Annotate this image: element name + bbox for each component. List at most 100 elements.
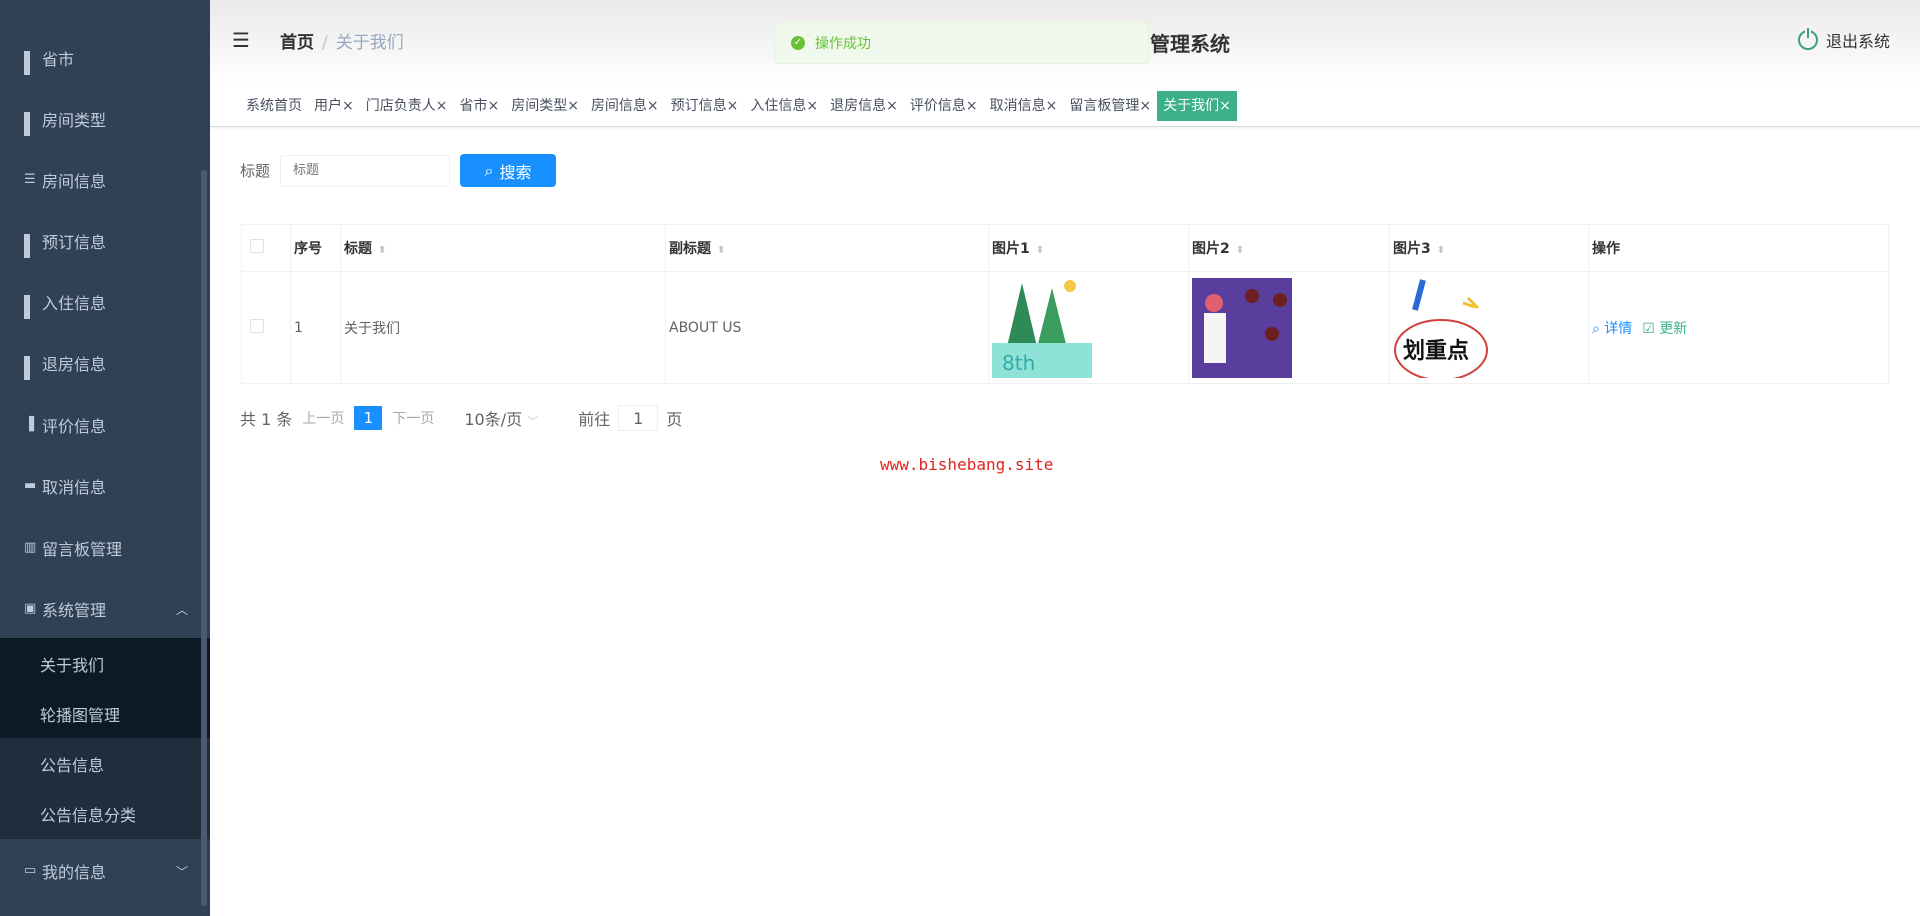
tab-room-type[interactable]: 房间类型×	[505, 91, 585, 121]
sort-icon[interactable]: ⬍	[1437, 245, 1445, 256]
menu-item-province[interactable]: 省市	[0, 33, 210, 83]
sidebar: 省市 房间类型 ☰ 房间信息 预订信息 入住信息 退房信息 ▐ 评价信息 ▬ 取消信息…	[0, 0, 210, 916]
list-icon: ☰	[24, 172, 36, 187]
search-label: 标题	[240, 162, 271, 180]
submenu-notice-category[interactable]: 公告信息分类	[0, 789, 210, 839]
menu-toggle-icon[interactable]: ☰	[232, 28, 250, 52]
svg-text:划重点: 划重点	[1403, 338, 1469, 364]
image-2-thumbnail[interactable]	[1192, 277, 1292, 378]
book-icon: ▥	[24, 540, 37, 555]
grid-icon	[24, 356, 38, 380]
success-toast: ✓ 操作成功	[774, 22, 1149, 64]
search-button[interactable]: ⌕ 搜索	[460, 154, 557, 187]
sort-icon[interactable]: ⬍	[1236, 245, 1244, 256]
tab-home[interactable]: 系统首页	[240, 91, 308, 121]
grid-icon	[24, 295, 38, 319]
grid-icon	[24, 112, 38, 136]
breadcrumb-home[interactable]: 首页	[280, 33, 314, 53]
tab-users[interactable]: 用户×	[308, 91, 360, 121]
search-icon: ⌕	[484, 160, 494, 180]
col-subtitle[interactable]: 副标题 ⬍	[665, 224, 989, 272]
tab-about-us[interactable]: 关于我们×	[1157, 91, 1237, 121]
menu-item-message-board[interactable]: ▥ 留言板管理	[0, 523, 210, 573]
sort-icon[interactable]: ⬍	[378, 245, 386, 256]
sort-icon[interactable]: ⬍	[1036, 245, 1044, 256]
svg-text:8th: 8th	[1002, 351, 1035, 375]
col-actions: 操作	[1588, 224, 1889, 272]
menu-item-my-info[interactable]: ▭ 我的信息 ﹀	[0, 846, 210, 896]
next-page-button[interactable]: 下一页	[392, 408, 434, 428]
toast-message: 操作成功	[815, 36, 871, 52]
breadcrumb-current: 关于我们	[335, 33, 404, 53]
search-button-label: 搜索	[499, 162, 532, 182]
tab-checkin[interactable]: 入住信息×	[744, 91, 824, 121]
col-image2[interactable]: 图片2 ⬍	[1188, 224, 1390, 272]
col-image1[interactable]: 图片1 ⬍	[988, 224, 1189, 272]
tab-room-info[interactable]: 房间信息×	[585, 91, 665, 121]
sort-icon[interactable]: ⬍	[717, 245, 725, 256]
prev-page-button[interactable]: 上一页	[302, 408, 344, 428]
image-3-thumbnail[interactable]: 划重点	[1393, 277, 1493, 378]
update-button[interactable]: ☑ 更新	[1642, 321, 1687, 337]
tab-checkout[interactable]: 退房信息×	[824, 91, 904, 121]
power-icon	[1797, 28, 1818, 50]
grid-icon	[24, 51, 38, 75]
menu-label: 省市	[42, 50, 75, 69]
detail-button[interactable]: ⌕ 详情	[1592, 321, 1632, 337]
menu-label: 房间类型	[42, 111, 107, 130]
card-icon: ▭	[24, 863, 37, 878]
goto-page-input[interactable]: 1	[618, 405, 659, 431]
submenu-carousel[interactable]: 轮播图管理	[0, 689, 210, 739]
bar-chart-icon: ▐	[24, 417, 34, 432]
clipboard-icon: ▣	[24, 601, 37, 616]
menu-item-booking[interactable]: 预订信息	[0, 216, 210, 266]
tab-message-board[interactable]: 留言板管理×	[1063, 91, 1157, 121]
menu-label: 系统管理	[42, 601, 107, 620]
cell-subtitle: ABOUT US	[665, 271, 989, 384]
total-count: 共 1 条	[240, 410, 293, 429]
page-size-select[interactable]: 10条/页 ﹀	[464, 406, 538, 430]
data-table: 序号 标题 ⬍ 副标题 ⬍ 图片1 ⬍ 图片2 ⬍ 图片3 ⬍ 操作 1 关于我们 ABO…	[241, 224, 1889, 384]
page-suffix: 页	[666, 410, 683, 429]
goto-label: 前往	[578, 410, 611, 429]
grid-icon	[24, 234, 38, 258]
tab-store-manager[interactable]: 门店负责人×	[360, 91, 454, 121]
select-all-checkbox[interactable]	[250, 239, 264, 253]
col-image3[interactable]: 图片3 ⬍	[1389, 224, 1589, 272]
tab-cancel[interactable]: 取消信息×	[984, 91, 1064, 121]
col-title[interactable]: 标题 ⬍	[340, 224, 666, 272]
menu-item-room-info[interactable]: ☰ 房间信息	[0, 155, 210, 205]
watermark: www.bishebang.site	[880, 455, 1054, 474]
monitor-icon: ▬	[24, 478, 37, 493]
pagination: 共 1 条 上一页 1 下一页 10条/页 ﹀ 前往 1 页	[240, 405, 683, 431]
tab-booking[interactable]: 预订信息×	[665, 91, 745, 121]
menu-label: 取消信息	[42, 478, 107, 497]
submenu-about-us[interactable]: 关于我们	[0, 639, 210, 689]
row-checkbox[interactable]	[250, 318, 264, 333]
menu-item-checkout[interactable]: 退房信息	[0, 338, 210, 388]
sidebar-scrollbar[interactable]	[201, 170, 207, 906]
system-submenu: 关于我们 轮播图管理 公告信息 公告信息分类	[0, 638, 210, 839]
submenu-notice[interactable]: 公告信息	[0, 739, 210, 789]
cell-index: 1	[290, 271, 341, 384]
title-search-input[interactable]	[280, 154, 451, 187]
menu-item-system[interactable]: ▣ 系统管理 ︿	[0, 584, 210, 634]
logout-button[interactable]: 退出系统	[1797, 28, 1890, 52]
logout-label: 退出系统	[1825, 32, 1890, 51]
chevron-down-icon: ﹀	[527, 415, 539, 428]
menu-label: 预订信息	[42, 233, 107, 252]
menu-label: 房间信息	[42, 172, 107, 191]
menu-item-room-type[interactable]: 房间类型	[0, 94, 210, 144]
tab-province[interactable]: 省市×	[453, 91, 505, 121]
image-1-thumbnail[interactable]: 8th	[992, 277, 1092, 378]
tab-reviews[interactable]: 评价信息×	[904, 91, 984, 121]
menu-item-checkin[interactable]: 入住信息	[0, 277, 210, 327]
app-title: 管理系统	[1150, 32, 1230, 56]
menu-item-reviews[interactable]: ▐ 评价信息	[0, 400, 210, 450]
chevron-down-icon: ﹀	[175, 864, 188, 879]
page-1-button[interactable]: 1	[354, 406, 383, 430]
menu-label: 退房信息	[42, 355, 107, 374]
menu-label: 留言板管理	[42, 540, 123, 559]
col-index: 序号	[290, 224, 341, 272]
menu-item-cancel[interactable]: ▬ 取消信息	[0, 461, 210, 511]
